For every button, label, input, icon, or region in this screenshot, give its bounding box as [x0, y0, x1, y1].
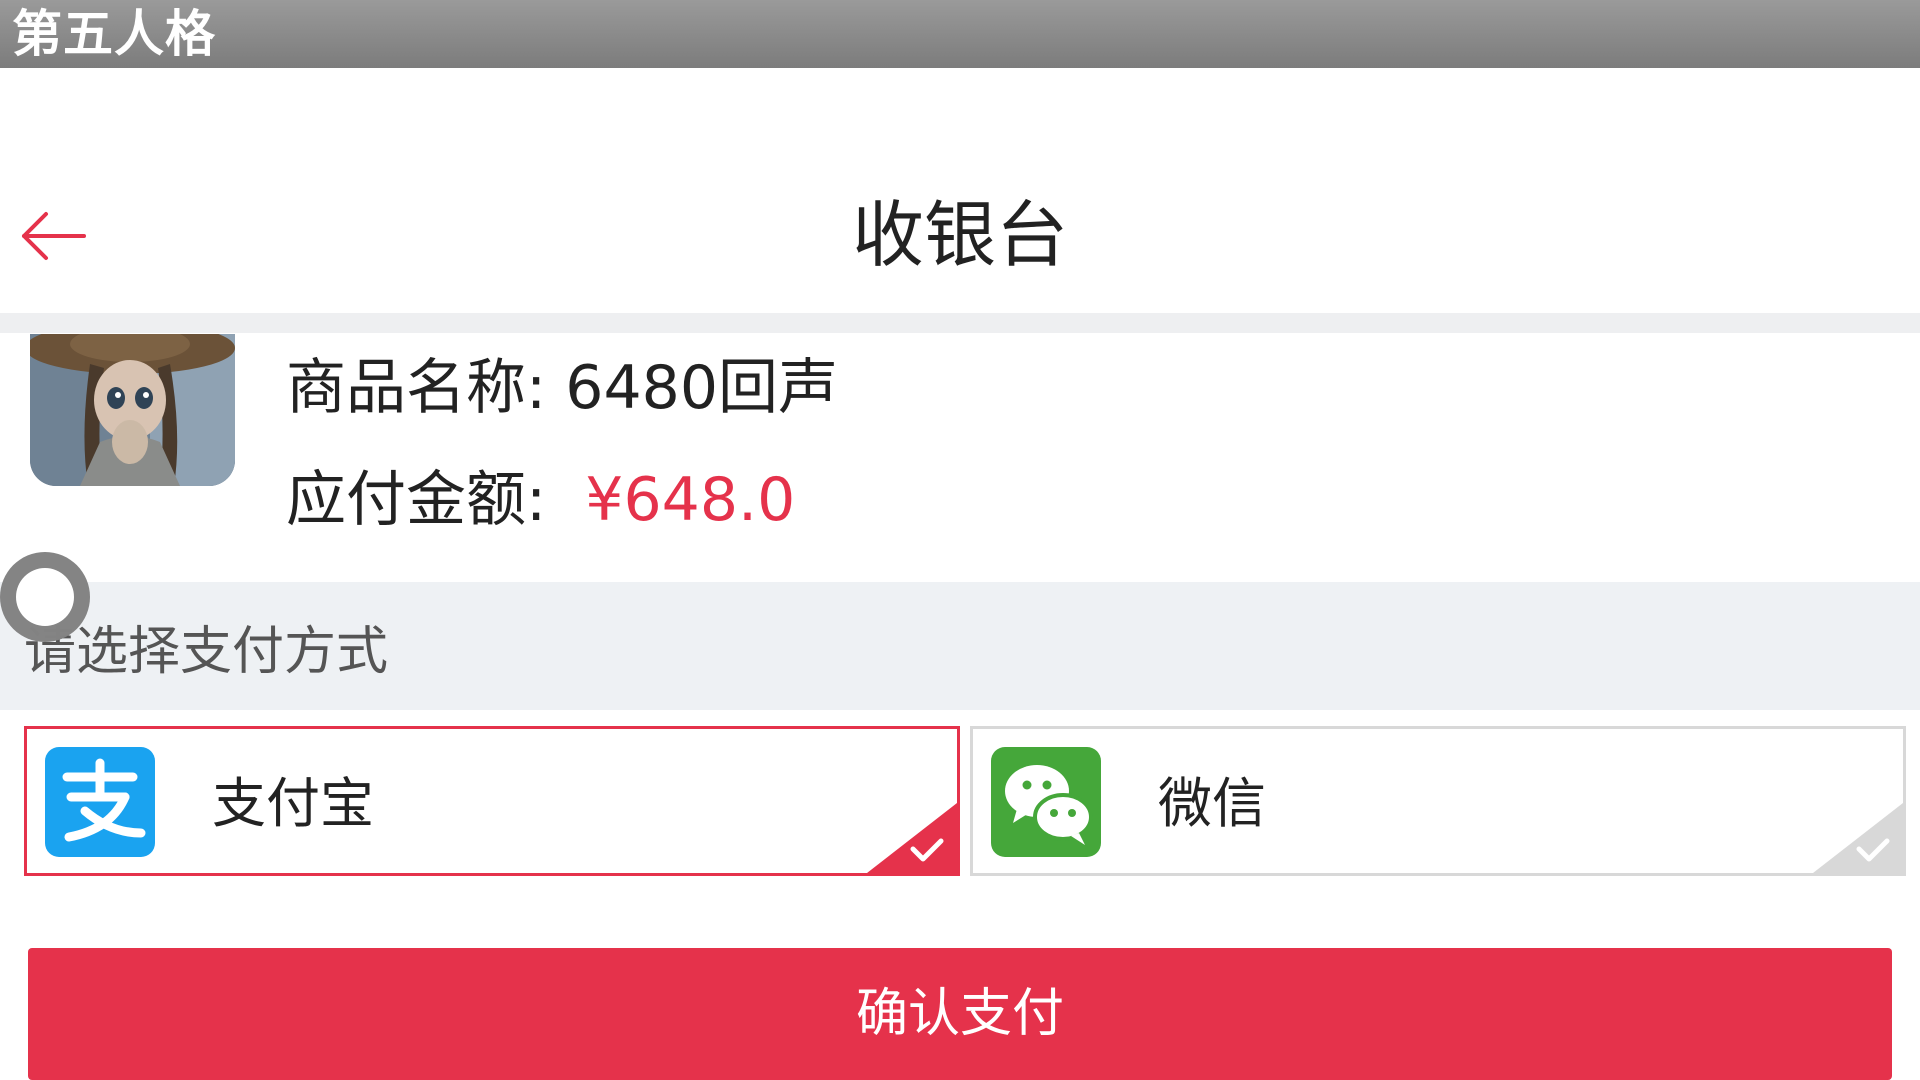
- character-avatar-icon: [30, 334, 235, 486]
- product-name-row: 商品名称: 6480回声: [286, 348, 838, 428]
- selected-check-icon: [867, 803, 957, 873]
- amount-value: ¥648.0: [585, 465, 796, 535]
- product-name-label: 商品名称:: [286, 353, 547, 423]
- app-title: 第五人格: [12, 5, 216, 63]
- payment-option-label: 支付宝: [212, 772, 374, 835]
- product-name-value: 6480回声: [565, 353, 838, 423]
- payment-option-alipay[interactable]: 支付宝: [24, 726, 960, 876]
- wechat-icon: [991, 747, 1101, 857]
- app-title-bar: [0, 0, 1920, 68]
- floating-assistive-button[interactable]: [0, 552, 90, 642]
- amount-row: 应付金额: ¥648.0: [286, 460, 795, 540]
- confirm-payment-button[interactable]: 确认支付: [28, 948, 1892, 1080]
- unselected-check-icon: [1813, 803, 1903, 873]
- page-title: 收银台: [851, 193, 1068, 277]
- product-image: [30, 334, 235, 486]
- alipay-icon: [45, 747, 155, 857]
- payment-option-wechat[interactable]: 微信: [970, 726, 1906, 876]
- payment-option-label: 微信: [1158, 772, 1266, 835]
- amount-label: 应付金额:: [286, 465, 547, 535]
- header-divider: [0, 313, 1920, 333]
